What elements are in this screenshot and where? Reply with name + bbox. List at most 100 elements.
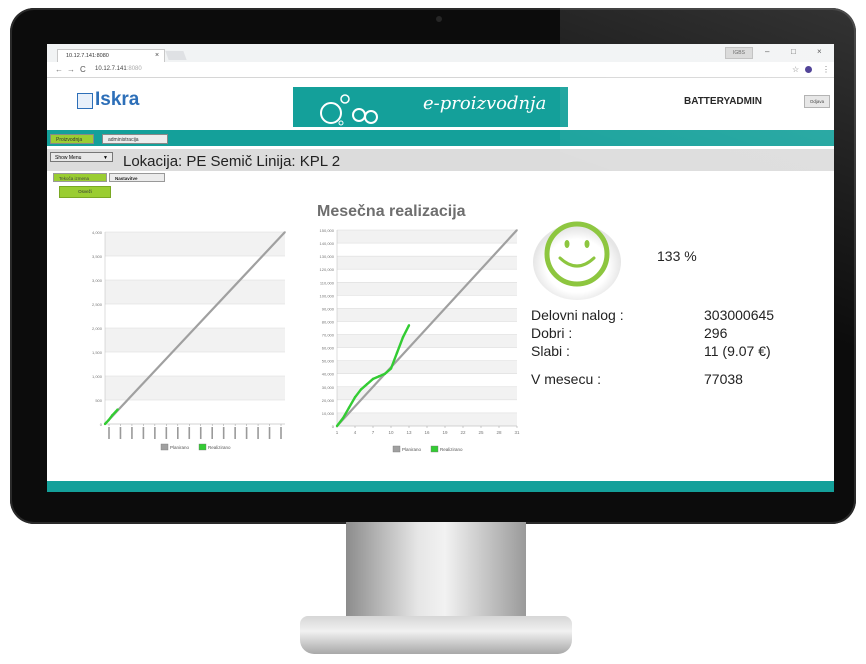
daily-chart: 4,000 3,500 3,000 2,500 2,000 1,500 1,000 500 0 P… [92,230,286,451]
x-tick-label [154,427,156,439]
x-tick-label [108,427,110,439]
url-port: :8080 [126,66,142,72]
stat-value: 303000645 [704,307,775,323]
y-tick-label: 40,000 [322,372,335,377]
data-point [114,410,117,413]
y-tick-label: 0 [100,422,103,427]
tab-proizvodnja[interactable]: Proizvodnja [50,134,94,144]
x-tick-label [245,427,248,439]
grid-band [337,230,517,244]
legend-label: Planirano [402,447,422,452]
tab-nastavitve[interactable]: Nastavitve [109,173,165,182]
show-menu-label: Show Menu [55,155,82,161]
close-window-icon[interactable]: × [817,46,822,58]
bookmark-star-icon[interactable]: ☆ [792,63,799,76]
legend-swatch [392,445,401,453]
tab-title: 10.12.7.141:8080 [66,53,109,59]
logo-text: Iskra [95,89,140,110]
camera-dot [436,16,442,22]
chevron-down-icon: ▼ [103,155,108,161]
x-tick-label [131,427,133,439]
x-tick-label [142,427,145,439]
new-tab-button[interactable] [165,51,187,60]
y-tick-label: 500 [95,398,102,403]
legend-label: Planirano [170,445,190,450]
x-tick-label [177,427,179,439]
y-tick-label: 70,000 [322,333,335,338]
realization-percent: 133 % [657,248,697,264]
x-tick-label [268,427,271,439]
grid-band [337,360,517,374]
stat-label: V mesecu : [531,371,602,387]
reload-icon[interactable]: C [80,63,86,76]
legend-swatch [160,443,169,451]
show-menu-select[interactable]: Show Menu ▼ [50,152,113,162]
tab-administracija[interactable]: administracija [102,134,168,144]
minimize-icon[interactable]: – [765,46,769,58]
stat-value: 11 (9.07 €) [704,343,771,359]
y-tick-label: 3,000 [92,278,103,283]
y-tick-label: 1,500 [92,350,103,355]
y-tick-label: 50,000 [322,359,335,364]
smiley-icon [533,221,621,300]
grid-band [337,282,517,296]
y-tick-label: 10,000 [322,411,335,416]
x-tick-label [165,427,168,439]
data-point [383,372,387,375]
stat-label: Dobri : [531,325,573,341]
chart-title: Mesečna realizacija [317,203,466,220]
x-tick-label: 7 [372,430,375,435]
y-tick-label: 60,000 [322,346,335,351]
y-tick-label: 0 [332,424,335,429]
x-tick-label [211,427,213,439]
grid-band [337,334,517,348]
grid-band [105,232,285,256]
logout-button[interactable]: Odjava [804,95,830,108]
extension-icon[interactable] [805,66,812,73]
y-tick-label: 110,000 [320,280,335,285]
x-tick-label [280,427,282,439]
address-bar: ← → C 10.12.7.141:8080 ☆ ⋮ [47,62,834,78]
y-tick-label: 4,000 [92,230,103,235]
y-tick-label: 2,500 [92,302,103,307]
legend-label: Realizirano [208,445,231,450]
stat-label: Delovni nalog : [531,307,624,323]
x-tick-label: 28 [496,430,502,435]
x-tick-label: 31 [514,430,520,435]
back-icon[interactable]: ← [55,63,63,76]
legend-label: Realizirano [440,447,463,452]
tab-close-icon[interactable]: × [155,49,159,62]
footer-bar [47,481,834,492]
stat-value: 77038 [704,371,743,387]
data-point [111,414,114,417]
data-point [284,231,286,233]
data-point [353,396,357,399]
url-field[interactable]: 10.12.7.141:8080 [95,64,785,75]
stat-row-dobri: Dobri : 296 [531,325,831,343]
y-tick-label: 1,000 [92,374,103,379]
app: Iskra e-proizvodnja BATTERYADMIN Odjava … [47,78,834,492]
x-tick-label [119,427,122,439]
x-tick-label: 10 [388,430,394,435]
browser-tabstrip: 10.12.7.141:8080 × IGBS – □ × [47,44,834,62]
user-name: BATTERYADMIN [684,96,762,107]
x-tick-label: 16 [424,430,430,435]
tab-tekoca-izmena[interactable]: Tekoča izmena [53,173,107,182]
stat-row-delovni-nalog: Delovni nalog : 303000645 [531,307,831,325]
banner-title: e-proizvodnja [423,93,547,114]
x-tick-label [234,427,236,439]
legend-swatch [430,445,439,453]
y-tick-label: 130,000 [320,254,335,259]
x-tick-label: 25 [478,430,484,435]
refresh-button[interactable]: Osveži [59,186,111,198]
logo-mark-icon [77,93,93,109]
browser-menu-icon[interactable]: ⋮ [822,63,830,76]
data-point [103,422,107,426]
browser-tab[interactable]: 10.12.7.141:8080 [57,49,165,62]
grid-band [337,412,517,426]
x-tick-label [188,427,191,439]
y-tick-label: 90,000 [322,306,335,311]
forward-icon[interactable]: → [67,63,75,76]
banner: e-proizvodnja [293,87,568,127]
maximize-icon[interactable]: □ [791,46,796,58]
